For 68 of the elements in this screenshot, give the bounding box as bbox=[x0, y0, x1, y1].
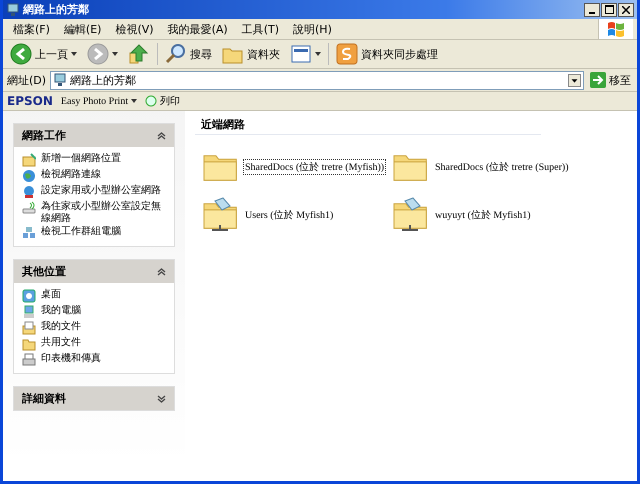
print-button[interactable]: 列印 bbox=[145, 94, 180, 108]
sync-square-icon bbox=[336, 43, 358, 65]
go-arrow-icon bbox=[590, 72, 606, 88]
shared-folder-icon bbox=[203, 197, 239, 233]
desktop-icon bbox=[22, 289, 36, 303]
network-item[interactable]: SharedDocs (位於 tretre (Myfish)) bbox=[203, 149, 393, 185]
folder-icon bbox=[22, 337, 36, 351]
workgroup-icon bbox=[22, 226, 36, 240]
minimize-icon bbox=[589, 12, 595, 14]
collapse-chevron-icon[interactable] bbox=[157, 132, 166, 140]
computer-icon bbox=[22, 305, 36, 319]
wireless-icon bbox=[22, 201, 36, 215]
folders-button[interactable]: 資料夾 bbox=[219, 41, 283, 67]
network-item[interactable]: Users (位於 Myfish1) bbox=[203, 197, 393, 233]
task-link[interactable]: 我的文件 bbox=[22, 321, 166, 335]
network-item[interactable]: SharedDocs (位於 tretre (Super)) bbox=[393, 149, 593, 185]
address-label: 網址(D) bbox=[7, 72, 46, 88]
menu-item[interactable]: 工具(T) bbox=[236, 20, 285, 38]
back-button[interactable]: 上一頁 bbox=[7, 41, 80, 67]
view-grid-icon bbox=[290, 43, 312, 65]
section-header[interactable]: 其他位置 bbox=[14, 260, 174, 283]
globe-icon bbox=[22, 169, 36, 183]
section-header[interactable]: 詳細資料 bbox=[14, 387, 174, 410]
print-circle-icon bbox=[145, 95, 158, 107]
printer-icon bbox=[22, 353, 36, 367]
menu-item[interactable]: 檔案(F) bbox=[7, 20, 56, 38]
collapse-chevron-icon[interactable] bbox=[157, 268, 166, 276]
caret-icon bbox=[315, 52, 321, 56]
search-icon bbox=[165, 43, 187, 65]
shared-folder-icon bbox=[393, 197, 429, 233]
task-link[interactable]: 設定家用或小型辦公室網路 bbox=[22, 185, 166, 199]
epson-brand: EPSON bbox=[7, 94, 53, 108]
documents-icon bbox=[22, 321, 36, 335]
minimize-button[interactable] bbox=[584, 2, 600, 16]
task-link[interactable]: 印表機和傳真 bbox=[22, 353, 166, 367]
window-title: 網路上的芳鄰 bbox=[23, 2, 90, 17]
caret-icon bbox=[71, 52, 77, 56]
caret-icon bbox=[112, 52, 118, 56]
task-link[interactable]: 共用文件 bbox=[22, 337, 166, 351]
sync-button[interactable]: 資料夾同步處理 bbox=[333, 41, 441, 67]
address-field[interactable]: 網路上的芳鄰 bbox=[50, 70, 584, 90]
task-link[interactable]: 檢視工作群組電腦 bbox=[22, 226, 166, 240]
menu-item[interactable]: 編輯(E) bbox=[58, 20, 108, 38]
add-icon bbox=[22, 153, 36, 167]
section-header[interactable]: 網路工作 bbox=[14, 124, 174, 147]
task-link[interactable]: 為住家或小型辦公室設定無線網路 bbox=[22, 201, 166, 224]
menu-item[interactable]: 說明(H) bbox=[287, 20, 338, 38]
task-link[interactable]: 我的電腦 bbox=[22, 305, 166, 319]
go-button[interactable]: 移至 bbox=[588, 72, 633, 88]
network-icon bbox=[53, 73, 68, 87]
close-icon bbox=[622, 6, 630, 14]
expand-chevron-icon[interactable] bbox=[157, 394, 166, 402]
network-icon bbox=[6, 2, 20, 16]
task-link[interactable]: 桌面 bbox=[22, 289, 166, 303]
network-item[interactable]: wuyuyt (位於 Myfish1) bbox=[393, 197, 593, 233]
caret-icon bbox=[131, 99, 138, 103]
maximize-button[interactable] bbox=[601, 2, 617, 16]
menu-item[interactable]: 檢視(V) bbox=[109, 20, 160, 38]
task-link[interactable]: 新增一個網路位置 bbox=[22, 153, 166, 167]
close-button[interactable] bbox=[618, 2, 634, 16]
maximize-icon bbox=[604, 5, 614, 14]
dropdown-icon[interactable] bbox=[568, 74, 581, 86]
search-button[interactable]: 搜尋 bbox=[162, 41, 215, 67]
group-heading: 近端網路 bbox=[195, 117, 541, 135]
menu-item[interactable]: 我的最愛(A) bbox=[162, 20, 234, 38]
task-link[interactable]: 檢視網路連線 bbox=[22, 169, 166, 183]
up-arrow-icon bbox=[128, 43, 150, 65]
easy-photo-print-menu[interactable]: Easy Photo Print bbox=[60, 96, 138, 106]
